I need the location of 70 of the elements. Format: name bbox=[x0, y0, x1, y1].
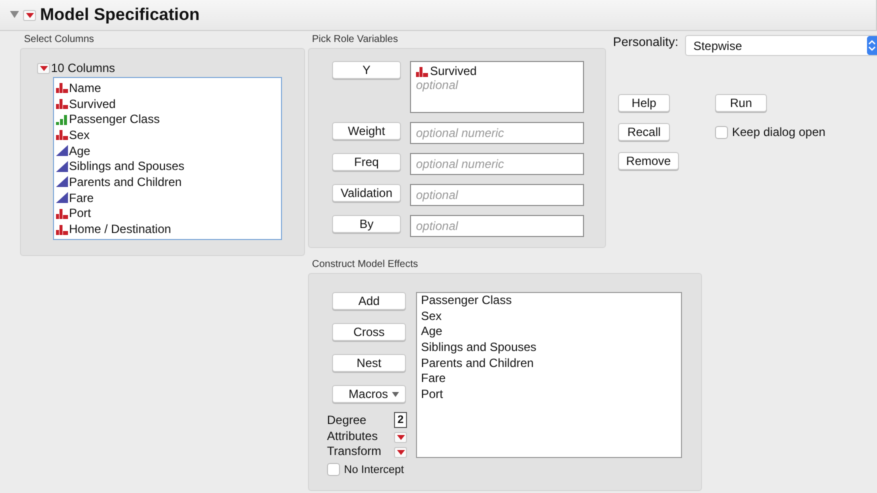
placeholder-text: optional numeric bbox=[416, 157, 506, 171]
role-field[interactable]: Survived optional bbox=[410, 61, 584, 113]
placeholder-text: optional bbox=[416, 219, 460, 233]
triangle-menu-icon[interactable] bbox=[23, 10, 36, 20]
column-item[interactable]: Port bbox=[56, 206, 279, 222]
column-item[interactable]: Siblings and Spouses bbox=[56, 158, 279, 174]
checkbox-label: Keep dialog open bbox=[732, 125, 826, 139]
section-title: Model Specification bbox=[40, 5, 200, 25]
role-button[interactable]: By bbox=[332, 215, 401, 233]
nominal-bars-icon bbox=[56, 129, 68, 140]
effect-button[interactable]: Add bbox=[332, 292, 406, 310]
column-item[interactable]: Name bbox=[56, 80, 279, 96]
column-item[interactable]: Fare bbox=[56, 190, 279, 206]
panel-heading: Select Columns bbox=[23, 33, 96, 47]
degree-label: Degree bbox=[327, 413, 368, 427]
column-item[interactable]: Parents and Children bbox=[56, 174, 279, 190]
column-item[interactable]: Home / Destination bbox=[56, 221, 279, 237]
checkbox-label: No Intercept bbox=[344, 464, 404, 476]
remove-button[interactable]: Remove bbox=[618, 152, 679, 170]
effect-button[interactable]: Cross bbox=[332, 323, 406, 341]
role-button[interactable]: Freq bbox=[332, 153, 401, 171]
panel-heading: Pick Role Variables bbox=[311, 33, 399, 47]
personality-dropdown[interactable]: Stepwise bbox=[685, 35, 877, 56]
recall-button[interactable]: Recall bbox=[618, 123, 670, 141]
effect-item[interactable]: Sex bbox=[421, 308, 677, 324]
column-item[interactable]: Survived bbox=[56, 96, 279, 112]
personality-label: Personality: bbox=[613, 35, 678, 49]
column-item[interactable]: Sex bbox=[56, 127, 279, 143]
degree-field[interactable]: 2 bbox=[394, 412, 407, 428]
nominal-bars-icon bbox=[56, 208, 68, 219]
triangle-menu-icon[interactable] bbox=[37, 62, 50, 74]
continuous-triangle-icon bbox=[56, 192, 68, 204]
ordinal-bars-icon bbox=[56, 114, 68, 125]
transform-label: Transform bbox=[327, 444, 382, 458]
macros-button[interactable]: Macros bbox=[332, 385, 406, 403]
effect-item[interactable]: Port bbox=[421, 387, 677, 403]
placeholder-text: optional bbox=[416, 78, 460, 92]
continuous-triangle-icon bbox=[56, 145, 68, 156]
run-button[interactable]: Run bbox=[715, 94, 767, 112]
nominal-bars-icon bbox=[416, 66, 428, 76]
column-item[interactable]: Age bbox=[56, 142, 279, 158]
column-item[interactable]: Passenger Class bbox=[56, 111, 279, 128]
continuous-triangle-icon bbox=[56, 176, 68, 188]
effect-item[interactable]: Age bbox=[421, 324, 677, 340]
panel-heading: Construct Model Effects bbox=[311, 258, 419, 272]
column-count-label: 10 Columns bbox=[51, 61, 116, 75]
checkbox[interactable] bbox=[327, 463, 340, 476]
attributes-label: Attributes bbox=[327, 429, 379, 443]
triangle-menu-icon[interactable] bbox=[394, 432, 407, 443]
nominal-bars-icon bbox=[56, 98, 68, 110]
collapse-triangle-icon[interactable] bbox=[10, 11, 19, 19]
role-button[interactable]: Weight bbox=[332, 122, 401, 140]
help-button[interactable]: Help bbox=[618, 94, 670, 112]
effect-button[interactable]: Nest bbox=[332, 354, 406, 372]
caret-icon bbox=[392, 392, 399, 396]
effect-item[interactable]: Fare bbox=[421, 371, 677, 388]
stepper-arrows-icon bbox=[867, 36, 877, 55]
triangle-menu-icon[interactable] bbox=[394, 447, 407, 458]
placeholder-text: optional bbox=[416, 188, 460, 202]
placeholder-text: optional numeric bbox=[416, 126, 506, 140]
role-button[interactable]: Y bbox=[332, 61, 401, 79]
nominal-bars-icon bbox=[56, 224, 68, 235]
effect-item[interactable]: Passenger Class bbox=[421, 293, 677, 309]
checkbox[interactable] bbox=[715, 126, 728, 138]
continuous-triangle-icon bbox=[56, 160, 68, 172]
effect-item[interactable]: Siblings and Spouses bbox=[421, 340, 677, 356]
role-button[interactable]: Validation bbox=[332, 184, 401, 202]
nominal-bars-icon bbox=[56, 82, 68, 94]
effect-item[interactable]: Parents and Children bbox=[421, 356, 677, 372]
role-value: Survived bbox=[430, 64, 477, 78]
